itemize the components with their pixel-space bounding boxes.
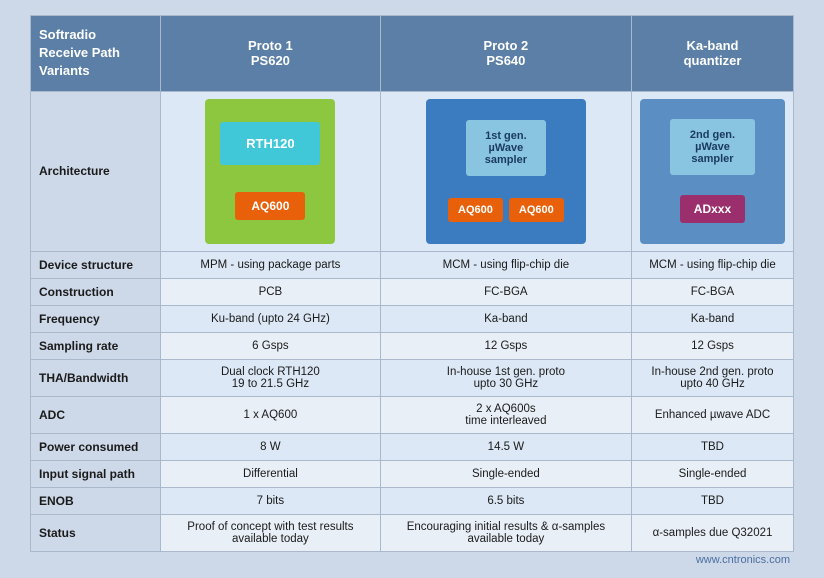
label-tha-bandwidth: THA/Bandwidth <box>31 359 161 396</box>
label-device-structure: Device structure <box>31 251 161 278</box>
header-col2-line2: PS640 <box>486 53 525 68</box>
val-construction-1: PCB <box>161 278 381 305</box>
row-architecture: Architecture RTH120 AQ600 <box>31 91 794 251</box>
header-col3: Ka-band quantizer <box>631 16 793 92</box>
arch-proto2-diagram: 1st gen. µWave sampler AQ600 AQ600 <box>426 99 586 244</box>
aq600-pair: AQ600 AQ600 <box>448 198 564 222</box>
label-status: Status <box>31 514 161 551</box>
row-device-structure: Device structure MPM - using package par… <box>31 251 794 278</box>
val-sampling-rate-2: 12 Gsps <box>380 332 631 359</box>
val-adc-2: 2 x AQ600stime interleaved <box>380 396 631 433</box>
row-status: Status Proof of concept with test result… <box>31 514 794 551</box>
comparison-table: SoftradioReceive PathVariants Proto 1 PS… <box>30 15 794 552</box>
header-col0: SoftradioReceive PathVariants <box>31 16 161 92</box>
header-col2-line1: Proto 2 <box>483 38 528 53</box>
val-status-2: Encouraging initial results & α-samples … <box>380 514 631 551</box>
row-power: Power consumed 8 W 14.5 W TBD <box>31 433 794 460</box>
val-sampling-rate-1: 6 Gsps <box>161 332 381 359</box>
label-input-signal: Input signal path <box>31 460 161 487</box>
val-power-3: TBD <box>631 433 793 460</box>
label-sampling-rate: Sampling rate <box>31 332 161 359</box>
val-frequency-1: Ku-band (upto 24 GHz) <box>161 305 381 332</box>
val-device-structure-3: MCM - using flip-chip die <box>631 251 793 278</box>
row-input-signal: Input signal path Differential Single-en… <box>31 460 794 487</box>
val-construction-3: FC-BGA <box>631 278 793 305</box>
label-construction: Construction <box>31 278 161 305</box>
val-construction-2: FC-BGA <box>380 278 631 305</box>
val-input-3: Single-ended <box>631 460 793 487</box>
chip-aq600b-proto2: AQ600 <box>509 198 564 222</box>
arch-proto1-diagram: RTH120 AQ600 <box>205 99 335 244</box>
arch-kaband-cell: 2nd gen. µWave sampler ADxxx <box>631 91 793 251</box>
chip-aq600-proto1: AQ600 <box>235 192 305 220</box>
val-device-structure-2: MCM - using flip-chip die <box>380 251 631 278</box>
row-enob: ENOB 7 bits 6.5 bits TBD <box>31 487 794 514</box>
header-col0-text: SoftradioReceive PathVariants <box>39 27 120 78</box>
val-enob-1: 7 bits <box>161 487 381 514</box>
val-input-1: Differential <box>161 460 381 487</box>
row-adc: ADC 1 x AQ600 2 x AQ600stime interleaved… <box>31 396 794 433</box>
label-adc: ADC <box>31 396 161 433</box>
val-enob-2: 6.5 bits <box>380 487 631 514</box>
label-frequency: Frequency <box>31 305 161 332</box>
val-adc-3: Enhanced µwave ADC <box>631 396 793 433</box>
val-frequency-2: Ka-band <box>380 305 631 332</box>
header-col1-line2: PS620 <box>251 53 290 68</box>
header-col1: Proto 1 PS620 <box>161 16 381 92</box>
val-tha-1: Dual clock RTH12019 to 21.5 GHz <box>161 359 381 396</box>
header-col2: Proto 2 PS640 <box>380 16 631 92</box>
val-tha-2: In-house 1st gen. protoupto 30 GHz <box>380 359 631 396</box>
row-construction: Construction PCB FC-BGA FC-BGA <box>31 278 794 305</box>
header-col1-line1: Proto 1 <box>248 38 293 53</box>
val-power-1: 8 W <box>161 433 381 460</box>
watermark: www.cntronics.com <box>30 552 794 568</box>
val-frequency-3: Ka-band <box>631 305 793 332</box>
val-tha-3: In-house 2nd gen. protoupto 40 GHz <box>631 359 793 396</box>
val-device-structure-1: MPM - using package parts <box>161 251 381 278</box>
arch-proto2-cell: 1st gen. µWave sampler AQ600 AQ600 <box>380 91 631 251</box>
val-status-1: Proof of concept with test results avail… <box>161 514 381 551</box>
label-power: Power consumed <box>31 433 161 460</box>
row-sampling-rate: Sampling rate 6 Gsps 12 Gsps 12 Gsps <box>31 332 794 359</box>
row-frequency: Frequency Ku-band (upto 24 GHz) Ka-band … <box>31 305 794 332</box>
header-col3-line2: quantizer <box>684 53 742 68</box>
val-input-2: Single-ended <box>380 460 631 487</box>
header-col3-line1: Ka-band <box>686 38 738 53</box>
val-adc-1: 1 x AQ600 <box>161 396 381 433</box>
val-sampling-rate-3: 12 Gsps <box>631 332 793 359</box>
chip-adxxx: ADxxx <box>680 195 745 223</box>
arch-proto1-cell: RTH120 AQ600 <box>161 91 381 251</box>
chip-rth120: RTH120 <box>220 122 320 165</box>
arch-kaband-diagram: 2nd gen. µWave sampler ADxxx <box>640 99 785 244</box>
val-status-3: α-samples due Q32021 <box>631 514 793 551</box>
row-tha-bandwidth: THA/Bandwidth Dual clock RTH12019 to 21.… <box>31 359 794 396</box>
label-enob: ENOB <box>31 487 161 514</box>
val-power-2: 14.5 W <box>380 433 631 460</box>
chip-uwave-kaband: 2nd gen. µWave sampler <box>670 119 755 175</box>
chip-aq600a-proto2: AQ600 <box>448 198 503 222</box>
val-enob-3: TBD <box>631 487 793 514</box>
label-architecture: Architecture <box>31 91 161 251</box>
chip-uwave-proto2: 1st gen. µWave sampler <box>466 120 546 176</box>
